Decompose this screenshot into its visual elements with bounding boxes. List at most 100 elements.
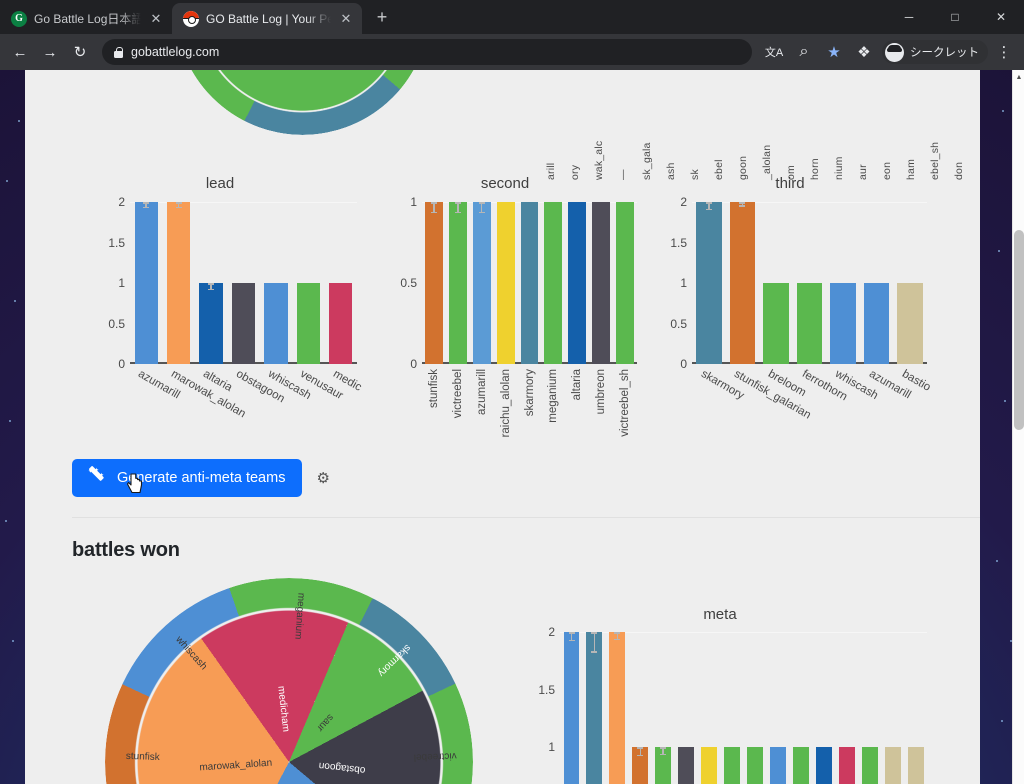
- error-bar: [660, 747, 666, 756]
- section-divider: [72, 517, 980, 518]
- x-axis-tick-label: victreebel_sh: [619, 369, 632, 437]
- back-icon[interactable]: ←: [6, 38, 34, 66]
- tab-strip: G Go Battle Log日本語コンバーター ✕ GO Battle Log…: [0, 0, 1024, 34]
- extensions-puzzle-icon[interactable]: ❖: [850, 38, 878, 66]
- tab-close-icon[interactable]: ✕: [148, 11, 164, 27]
- bar[interactable]: [792, 747, 809, 784]
- translate-icon[interactable]: 文A: [760, 38, 788, 66]
- plot-area: 0 0.5 1 1.5 2 azumarill marowak_alolan altaria o…: [108, 195, 363, 420]
- bar[interactable]: [472, 202, 491, 364]
- address-bar[interactable]: gobattlelog.com: [102, 39, 752, 65]
- error-bar: [143, 202, 149, 209]
- bar[interactable]: [134, 202, 158, 364]
- bar[interactable]: [448, 202, 467, 364]
- incognito-label: シークレット: [910, 47, 979, 59]
- bar[interactable]: [838, 747, 855, 784]
- bar[interactable]: [568, 202, 587, 364]
- scrollbar-thumb[interactable]: [1014, 230, 1024, 430]
- bar[interactable]: [861, 747, 878, 784]
- bar[interactable]: [231, 283, 256, 364]
- bar[interactable]: [796, 283, 823, 364]
- bar[interactable]: [496, 202, 515, 364]
- chart-third: third 0 0.5 1 1.5 2 skarmory stunfisk_galarian…: [645, 175, 935, 422]
- page-viewport: skferroa arillorywak_alc—sk_galaashskebe…: [25, 70, 980, 784]
- menu-kebab-icon[interactable]: ⋮: [990, 38, 1018, 66]
- bar[interactable]: [815, 747, 832, 784]
- axis-tick-label: sk_gala: [641, 142, 653, 180]
- chart-lead: lead 0 0.5 1 1.5 2 azumarill marowak_alolan alt…: [75, 175, 365, 420]
- bar[interactable]: [907, 747, 924, 784]
- bar[interactable]: [609, 632, 626, 784]
- bar[interactable]: [563, 632, 580, 784]
- bar[interactable]: [729, 202, 756, 364]
- bar[interactable]: [678, 747, 695, 784]
- bar[interactable]: [863, 283, 890, 364]
- error-bar: [176, 202, 181, 209]
- bar[interactable]: [544, 202, 563, 364]
- x-axis-tick-label: victreebel: [451, 369, 464, 419]
- generate-controls-row: ✦ ✦ ✦ Generate anti-meta teams ⚙: [72, 459, 330, 497]
- bar[interactable]: [769, 747, 786, 784]
- tab-title: Go Battle Log日本語コンバーター: [34, 12, 141, 26]
- scroll-up-arrow-icon[interactable]: ▲: [1013, 70, 1024, 84]
- chart-meta: meta 0.511.52: [505, 606, 935, 784]
- forward-icon[interactable]: →: [36, 38, 64, 66]
- bar[interactable]: [264, 283, 288, 364]
- bar[interactable]: [897, 283, 923, 364]
- bar[interactable]: [884, 747, 901, 784]
- generate-anti-meta-teams-button[interactable]: ✦ ✦ ✦ Generate anti-meta teams: [72, 459, 303, 497]
- reload-icon[interactable]: ↻: [66, 38, 94, 66]
- search-icon[interactable]: ⌕: [790, 38, 818, 66]
- y-axis-tick-label: 0: [410, 357, 417, 371]
- error-bar: [455, 202, 460, 214]
- bookmark-star-icon[interactable]: ★: [820, 38, 848, 66]
- bar[interactable]: [425, 202, 443, 364]
- error-bar: [637, 747, 643, 757]
- incognito-indicator[interactable]: シークレット: [882, 40, 988, 64]
- axis-tick-label: wak_alc: [593, 140, 605, 180]
- gridline: [130, 202, 357, 203]
- top-partial-sunburst-chart: skferroa: [175, 70, 430, 135]
- sunburst-segment[interactable]: [105, 578, 473, 784]
- pokeball-icon: [183, 10, 199, 27]
- go-battle-log-logo-icon: G: [11, 10, 27, 27]
- gear-icon[interactable]: ⚙: [316, 469, 329, 487]
- incognito-icon: [885, 42, 904, 62]
- bar[interactable]: [329, 283, 353, 364]
- y-axis-tick-label: 1.5: [670, 235, 687, 250]
- y-axis-tick-label: 1: [118, 276, 125, 290]
- bar[interactable]: [592, 202, 611, 364]
- bar[interactable]: [520, 202, 539, 364]
- close-window-button[interactable]: ✕: [978, 0, 1024, 34]
- sunburst-segment[interactable]: [175, 70, 430, 135]
- bar[interactable]: [166, 202, 191, 364]
- maximize-button[interactable]: □: [932, 0, 978, 34]
- bar[interactable]: [830, 283, 856, 364]
- chart-title: meta: [703, 606, 737, 623]
- y-axis-tick-label: 1: [410, 195, 417, 209]
- bar[interactable]: [747, 747, 763, 784]
- bar[interactable]: [199, 283, 223, 364]
- browser-tab-2[interactable]: GO Battle Log | Your Personal Bat ✕: [172, 3, 362, 34]
- browser-tab-1[interactable]: G Go Battle Log日本語コンバーター ✕: [0, 3, 172, 34]
- bar[interactable]: [724, 747, 740, 784]
- bar[interactable]: [696, 202, 722, 364]
- y-axis-tick-label: 1: [548, 740, 555, 754]
- plot-area: 0.511.52: [538, 625, 927, 784]
- bar[interactable]: [616, 202, 634, 364]
- x-axis-tick-label: skarmory: [523, 369, 536, 417]
- bar[interactable]: [586, 632, 603, 784]
- new-tab-button[interactable]: +: [368, 4, 396, 32]
- bar[interactable]: [701, 747, 718, 784]
- tab-close-icon[interactable]: ✕: [338, 11, 354, 27]
- bar[interactable]: [296, 283, 321, 364]
- bar[interactable]: [763, 283, 789, 364]
- chart-title: lead: [205, 175, 235, 192]
- page-scrollbar[interactable]: ▲: [1012, 70, 1024, 784]
- battles-won-sunburst-chart: azumarillmarowak_alolanmedichamsaurobsta…: [105, 578, 473, 784]
- error-bar: [569, 632, 574, 642]
- error-bar: [706, 202, 711, 211]
- gridline: [692, 202, 927, 203]
- y-axis-tick-label: 1.5: [538, 682, 555, 697]
- minimize-button[interactable]: ─: [886, 0, 932, 34]
